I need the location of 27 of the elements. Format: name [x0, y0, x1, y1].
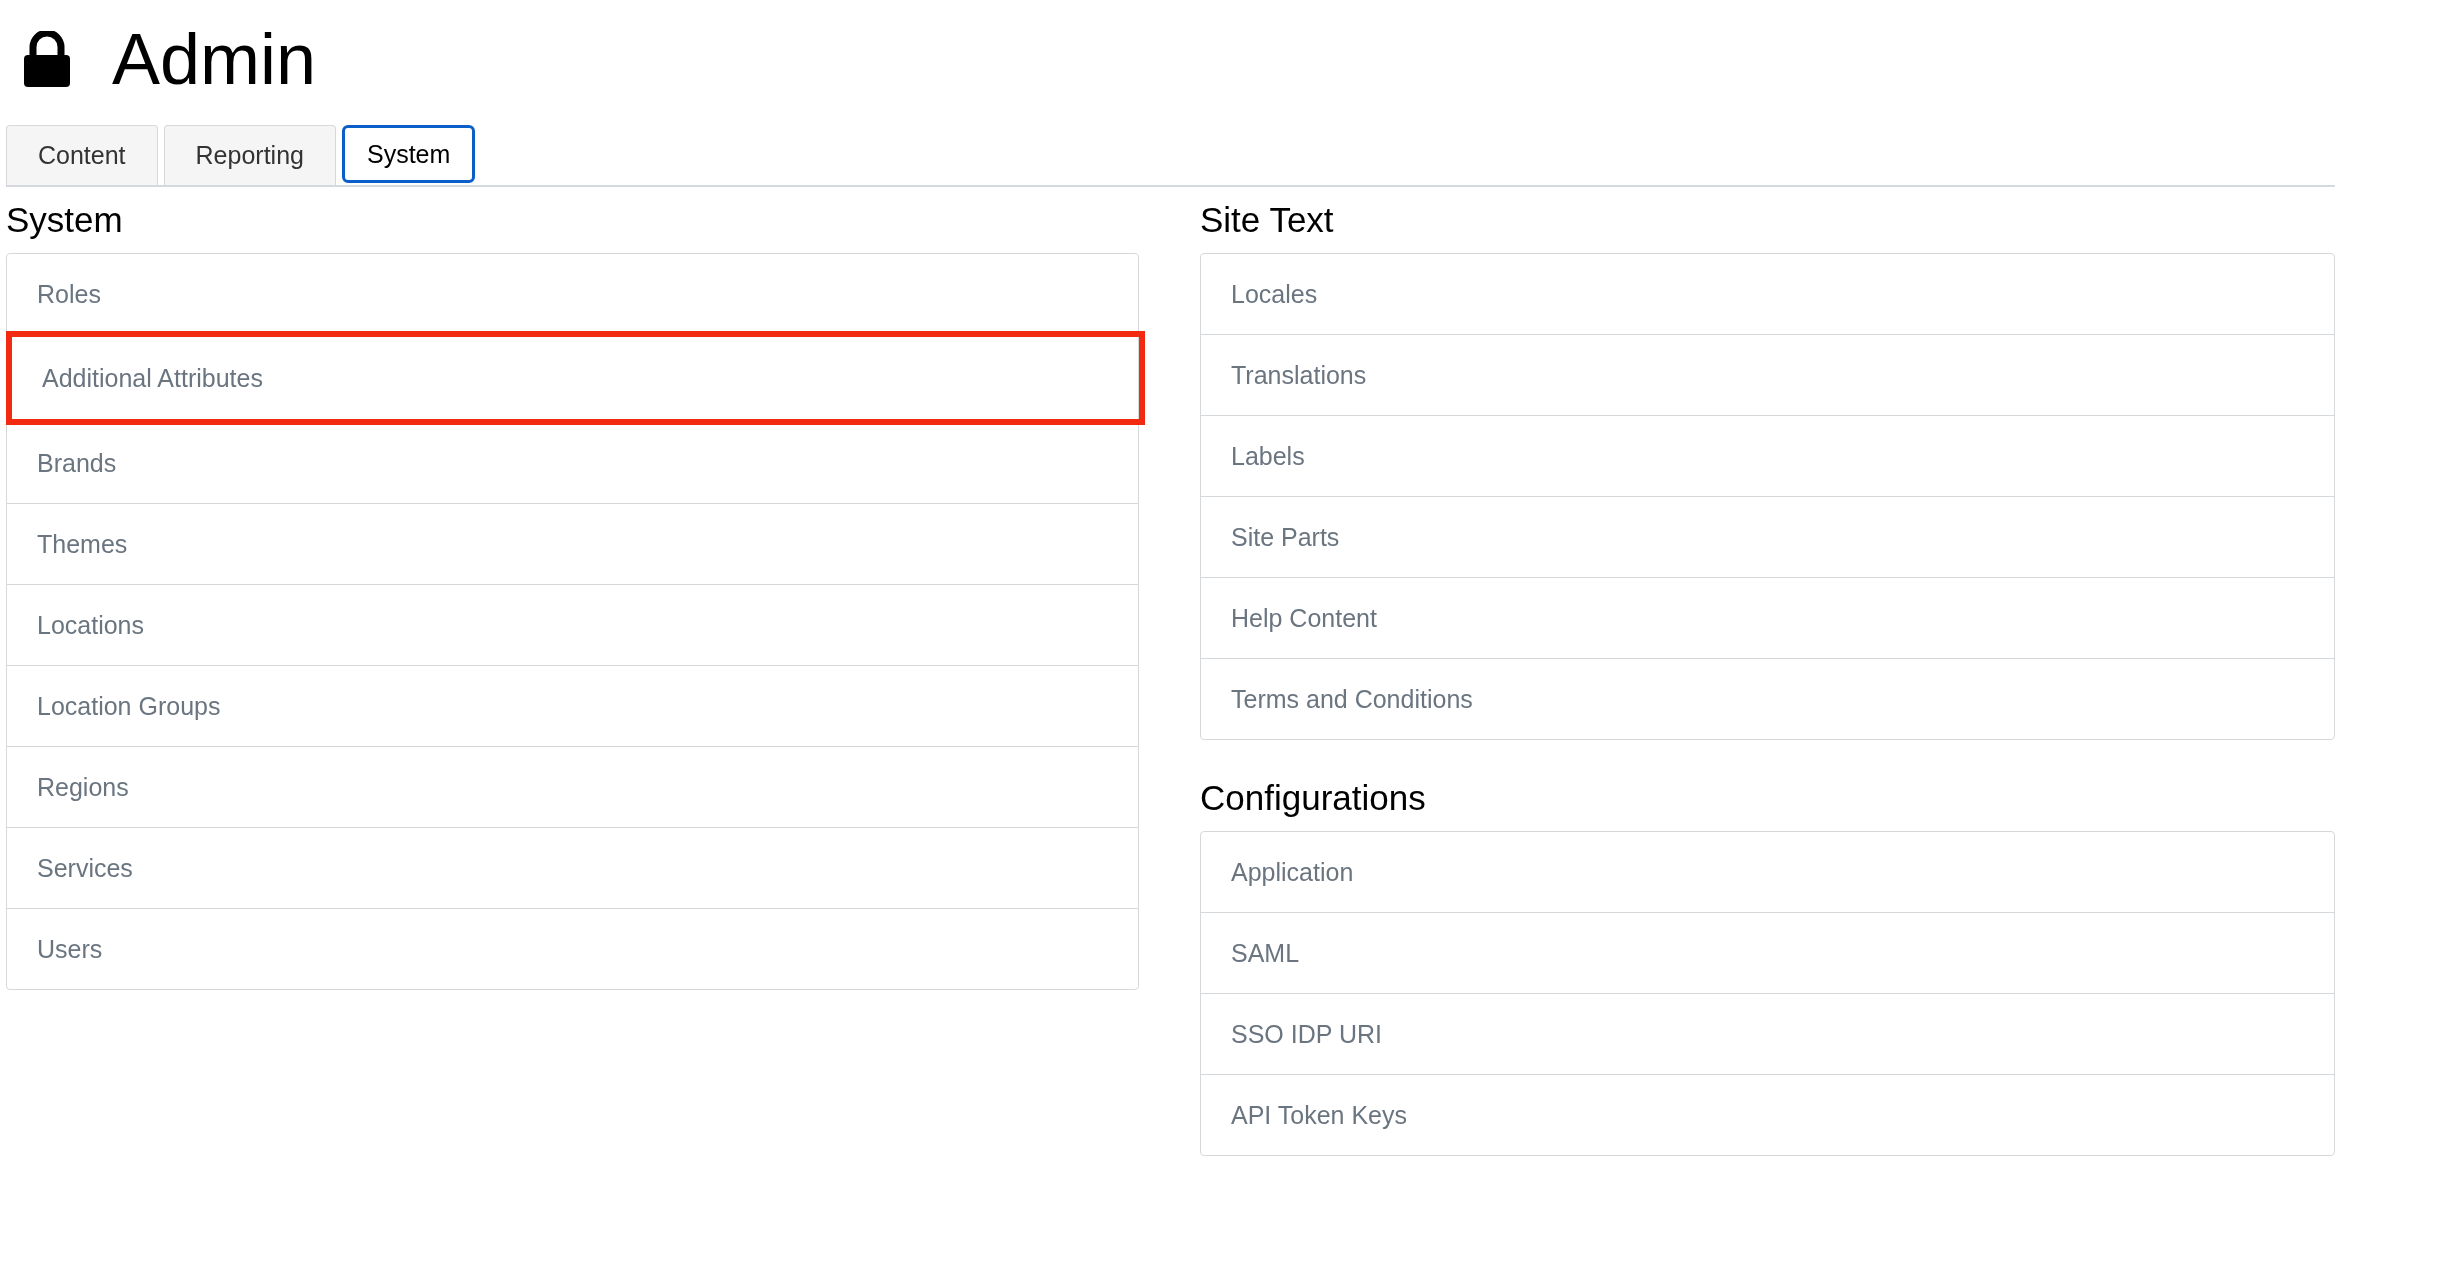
list-item[interactable]: Additional Attributes — [6, 331, 1145, 425]
list-item[interactable]: Brands — [7, 422, 1138, 503]
tab[interactable]: System — [341, 125, 476, 183]
list-item[interactable]: Locales — [1201, 254, 2334, 334]
tab[interactable]: Reporting — [163, 125, 336, 185]
list-item[interactable]: Help Content — [1201, 577, 2334, 658]
list-item[interactable]: API Token Keys — [1201, 1074, 2334, 1155]
list-item[interactable]: Site Parts — [1201, 496, 2334, 577]
list-item[interactable]: Location Groups — [7, 665, 1138, 746]
list-item[interactable]: Roles — [7, 254, 1138, 334]
list-item[interactable]: Application — [1201, 832, 2334, 912]
section-heading: Site Text — [1200, 199, 1335, 241]
list-item[interactable]: Terms and Conditions — [1201, 658, 2334, 739]
section-heading: Configurations — [1200, 777, 1427, 819]
list-item[interactable]: Translations — [1201, 334, 2334, 415]
list-item[interactable]: Locations — [7, 584, 1138, 665]
list-item[interactable]: Regions — [7, 746, 1138, 827]
page-title: Admin — [112, 18, 317, 100]
list-item[interactable]: Services — [7, 827, 1138, 908]
lock-icon — [22, 31, 72, 87]
tab[interactable]: Content — [6, 125, 158, 185]
section-heading: System — [6, 199, 124, 241]
list-item[interactable]: Labels — [1201, 415, 2334, 496]
list-item[interactable]: SSO IDP URI — [1201, 993, 2334, 1074]
list-item[interactable]: SAML — [1201, 912, 2334, 993]
list-item[interactable]: Users — [7, 908, 1138, 989]
list-item[interactable]: Themes — [7, 503, 1138, 584]
